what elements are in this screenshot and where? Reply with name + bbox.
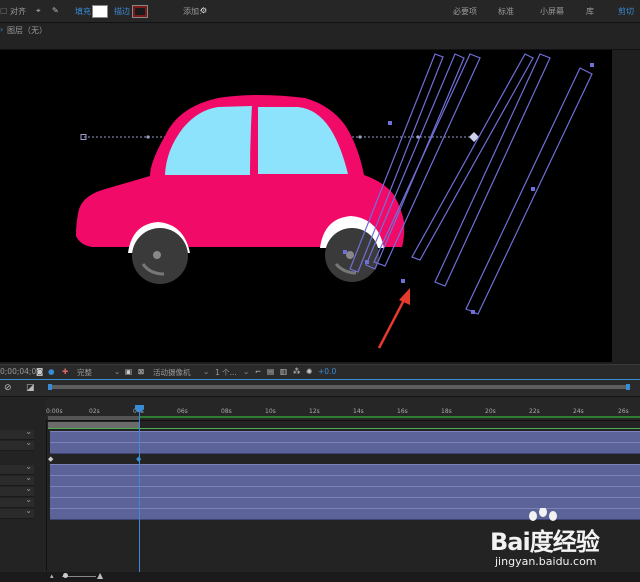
toggle-pixel-icon[interactable]: ⌐ xyxy=(255,367,261,376)
timecode[interactable]: 0;00;04;01 xyxy=(0,367,41,376)
work-area-end[interactable] xyxy=(626,384,630,390)
resolution-chevron-icon[interactable]: ⌄ xyxy=(114,367,120,376)
ruler-tick: 06s xyxy=(177,408,188,415)
fill-swatch[interactable] xyxy=(92,5,108,18)
render-bar xyxy=(48,416,140,420)
exposure-value[interactable]: +0.0 xyxy=(318,367,336,376)
color-channel-icon[interactable]: ✚ xyxy=(62,367,68,376)
ruler-tick: 02s xyxy=(89,408,100,415)
align-label[interactable]: 对齐 xyxy=(10,6,26,17)
playhead[interactable] xyxy=(139,405,140,575)
region-of-interest-icon[interactable]: ▣ xyxy=(125,367,132,376)
camera-chevron-icon[interactable]: ⌄ xyxy=(203,367,209,376)
stroke-label[interactable]: 描边 xyxy=(114,6,130,17)
ruler-tick: 16s xyxy=(397,408,408,415)
workspace-library[interactable]: 库 xyxy=(586,6,594,17)
camera-select[interactable]: 活动摄像机 xyxy=(153,367,191,378)
workspace-cut[interactable]: 剪切 xyxy=(618,6,634,17)
viewer-controls: 0;00;04;01 ◙ ● ✚ 完整 ⌄ ▣ ⊠ 活动摄像机 ⌄ 1 个...… xyxy=(0,364,640,380)
ruler-tick: 20s xyxy=(485,408,496,415)
ruler-tick: 26s xyxy=(618,408,629,415)
timeline-header: ⊘ ◪ xyxy=(0,380,640,397)
workspace-small-screen[interactable]: 小屏幕 xyxy=(540,6,564,17)
fill-label[interactable]: 填充 xyxy=(75,6,91,17)
ruler-tick: 12s xyxy=(309,408,320,415)
watermark-brand: Bai度经验 xyxy=(490,528,600,556)
viewer-header: › 图层（无） xyxy=(0,23,640,50)
workspace-essentials[interactable]: 必要项 xyxy=(453,6,477,17)
add-icon[interactable]: ⚙ xyxy=(200,6,207,15)
cache-bar xyxy=(140,416,640,418)
ruler-tick: 22s xyxy=(529,408,540,415)
transparency-grid-icon[interactable]: ⊠ xyxy=(138,367,144,376)
ruler-tick: 18s xyxy=(441,408,452,415)
viewer-side-panel xyxy=(612,50,640,362)
stroke-swatch[interactable] xyxy=(132,5,148,18)
watermark-url: jingyan.baidu.com xyxy=(495,555,597,568)
exposure-icon[interactable]: ✺ xyxy=(306,367,312,376)
view-layout-select[interactable]: 1 个... xyxy=(215,367,237,378)
fast-preview-icon[interactable]: ▤ xyxy=(267,367,274,376)
baidu-watermark: Bai度经验 jingyan.baidu.com xyxy=(470,508,640,582)
ruler-tick: 14s xyxy=(353,408,364,415)
pen-icon[interactable]: ✎ xyxy=(52,6,59,15)
zoom-in-icon[interactable]: ▲ xyxy=(97,571,103,580)
green-line xyxy=(48,428,640,429)
panel-menu-icon[interactable]: › xyxy=(0,25,3,34)
layer-row[interactable] xyxy=(0,438,34,451)
layer-list xyxy=(0,421,47,571)
ruler-tick: 10s xyxy=(265,408,276,415)
red-arrow-annotation xyxy=(377,288,410,349)
snap-icon[interactable]: ⌖ xyxy=(36,6,41,16)
layer-none-label: 图层（无） xyxy=(7,26,47,35)
show-snapshot-icon[interactable]: ● xyxy=(48,367,55,376)
ruler-tick: 0:00s xyxy=(46,408,63,415)
view-chevron-icon[interactable]: ⌄ xyxy=(243,367,249,376)
flowchart-icon[interactable]: ⁂ xyxy=(293,367,301,376)
zoom-out-icon[interactable]: ▴ xyxy=(50,572,54,580)
attach-icon[interactable]: ⊘ xyxy=(4,383,12,393)
time-ruler[interactable]: 0:00s 02s 04s 06s 08s 10s 12s 14s 16s 18… xyxy=(46,398,640,421)
snapshot-icon[interactable]: ◙ xyxy=(36,367,43,376)
zoom-slider-thumb[interactable] xyxy=(63,573,68,578)
composition-viewer[interactable] xyxy=(0,50,612,362)
toolbar: ▢ 对齐 ⌖ ✎ 填充 描边 添加: ⚙ 必要项 标准 小屏幕 库 剪切 xyxy=(0,0,640,23)
layer-row[interactable] xyxy=(0,506,34,519)
work-area-start[interactable] xyxy=(48,384,52,390)
align-checkbox[interactable]: ▢ xyxy=(0,6,8,15)
work-area-bar[interactable] xyxy=(48,385,628,389)
timeline-icon[interactable]: ▥ xyxy=(280,367,287,376)
rear-window xyxy=(165,106,252,175)
graph-editor-icon[interactable]: ◪ xyxy=(26,383,35,393)
ruler-tick: 08s xyxy=(221,408,232,415)
composition-canvas xyxy=(76,53,594,349)
add-label[interactable]: 添加: xyxy=(183,6,202,17)
keyframe-icon[interactable]: ◆ xyxy=(48,455,53,463)
ruler-tick: 24s xyxy=(573,408,584,415)
speed-lines-masks xyxy=(349,53,593,315)
workspace-standard[interactable]: 标准 xyxy=(498,6,514,17)
resolution-select[interactable]: 完整 xyxy=(77,367,92,378)
